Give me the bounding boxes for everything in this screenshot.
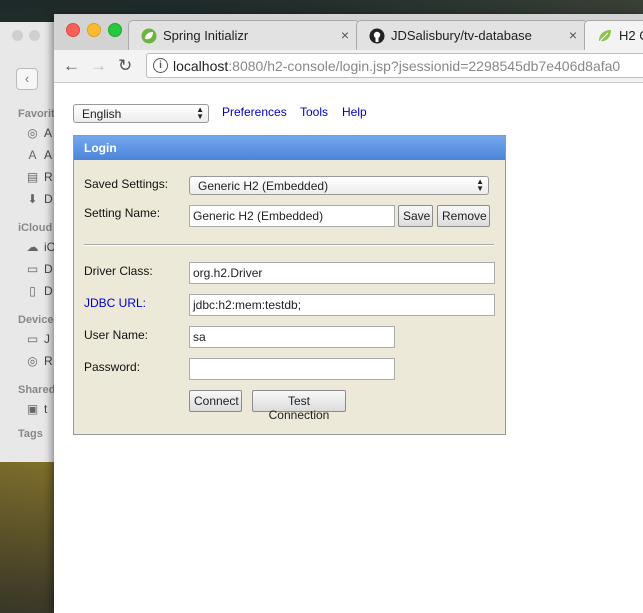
maximize-window-button[interactable]	[108, 23, 122, 37]
finder-item[interactable]: ▯ D	[26, 284, 52, 298]
jdbc-url-input[interactable]: jdbc:h2:mem:testdb;	[189, 294, 495, 316]
select-arrows-icon: ▲ ▼	[196, 105, 204, 121]
document-icon: ▯	[29, 284, 36, 298]
tools-link[interactable]: Tools	[300, 105, 328, 119]
remove-button[interactable]: Remove	[437, 205, 490, 227]
disc-icon: ◎	[27, 354, 38, 368]
applications-icon: A	[28, 148, 37, 162]
finder-item[interactable]: ⬇ D	[26, 192, 52, 206]
divider	[84, 244, 494, 246]
monitor-icon: ▣	[26, 402, 39, 416]
spring-leaf-icon	[141, 28, 157, 44]
save-button[interactable]: Save	[398, 205, 433, 227]
tab-strip: Spring Initializr × JDSalisbury/tv-datab…	[54, 14, 643, 50]
github-icon	[369, 28, 385, 44]
h2-leaf-icon	[599, 30, 611, 42]
finder-item[interactable]: ☁ iC	[26, 240, 56, 254]
back-arrow-icon[interactable]: ←	[63, 56, 80, 76]
downloads-icon: ⬇	[27, 192, 38, 206]
browser-toolbar: ← → ↻ i localhost:8080/h2-console/login.…	[54, 50, 643, 83]
tab-close-icon[interactable]: ×	[341, 27, 349, 43]
forward-arrow-icon[interactable]: →	[90, 56, 107, 76]
reload-icon[interactable]: ↻	[118, 56, 132, 76]
tab-close-icon[interactable]: ×	[569, 27, 577, 43]
password-label: Password:	[84, 360, 141, 374]
finder-section-favorites: Favorit	[18, 108, 55, 120]
saved-settings-select[interactable]: Generic H2 (Embedded) ▲ ▼	[189, 176, 489, 195]
info-icon[interactable]: i	[153, 58, 168, 73]
laptop-icon: ▭	[26, 332, 39, 346]
finder-window-controls	[12, 30, 46, 44]
finder-item[interactable]: ▤ R	[26, 170, 53, 184]
preferences-link[interactable]: Preferences	[222, 105, 287, 119]
saved-settings-label: Saved Settings:	[84, 177, 169, 191]
address-bar[interactable]: i localhost:8080/h2-console/login.jsp?js…	[146, 53, 643, 78]
finder-item[interactable]: ▭ J	[26, 332, 50, 346]
finder-section-devices: Device	[18, 314, 54, 326]
finder-section-tags: Tags	[18, 428, 43, 440]
close-window-button[interactable]	[66, 23, 80, 37]
finder-item[interactable]: ▣ t	[26, 402, 48, 416]
saved-settings-value: Generic H2 (Embedded)	[198, 179, 329, 193]
window-controls	[66, 23, 129, 40]
minimize-window-button[interactable]	[87, 23, 101, 37]
user-name-input[interactable]: sa	[189, 326, 395, 348]
tab-h2-console[interactable]: H2 C	[584, 20, 643, 50]
user-name-label: User Name:	[84, 328, 149, 342]
finder-item[interactable]: ◎ A	[26, 126, 52, 140]
h2-console-page: English ▲ ▼ Preferences Tools Help Login …	[54, 83, 643, 613]
driver-class-input[interactable]: org.h2.Driver	[189, 262, 495, 284]
browser-window: Spring Initializr × JDSalisbury/tv-datab…	[54, 14, 643, 613]
language-select[interactable]: English ▲ ▼	[73, 104, 209, 123]
tab-tv-database[interactable]: JDSalisbury/tv-database ×	[356, 20, 588, 50]
recents-icon: ▤	[26, 170, 39, 184]
finder-section-icloud: iCloud	[18, 222, 53, 234]
address-url: localhost:8080/h2-console/login.jsp?jses…	[173, 58, 621, 74]
login-header: Login	[74, 136, 505, 160]
cloud-icon: ☁	[26, 240, 39, 254]
login-panel: Login Saved Settings: Generic H2 (Embedd…	[73, 135, 506, 435]
desktop-icon: ▭	[26, 262, 39, 276]
tab-spring-initializr[interactable]: Spring Initializr ×	[128, 20, 360, 50]
language-select-value: English	[82, 107, 122, 121]
finder-back-button[interactable]: ‹	[16, 68, 38, 90]
select-arrows-icon: ▲ ▼	[476, 177, 484, 193]
setting-name-label: Setting Name:	[84, 206, 161, 220]
finder-item[interactable]: AA	[26, 148, 52, 162]
finder-item[interactable]: ▭ D	[26, 262, 53, 276]
setting-name-input[interactable]: Generic H2 (Embedded)	[189, 205, 395, 227]
tab-title: H2 C	[619, 28, 643, 43]
finder-item[interactable]: ◎ R	[26, 354, 52, 368]
tab-title: Spring Initializr	[163, 28, 249, 43]
jdbc-url-help-link[interactable]: JDBC URL:	[84, 296, 146, 310]
help-link[interactable]: Help	[342, 105, 367, 119]
connect-button[interactable]: Connect	[189, 390, 242, 412]
driver-class-label: Driver Class:	[84, 264, 153, 278]
tab-title: JDSalisbury/tv-database	[391, 28, 532, 43]
finder-section-shared: Shared	[18, 384, 56, 396]
password-input[interactable]	[189, 358, 395, 380]
airdrop-icon: ◎	[27, 126, 38, 140]
test-connection-button[interactable]: Test Connection	[252, 390, 346, 422]
